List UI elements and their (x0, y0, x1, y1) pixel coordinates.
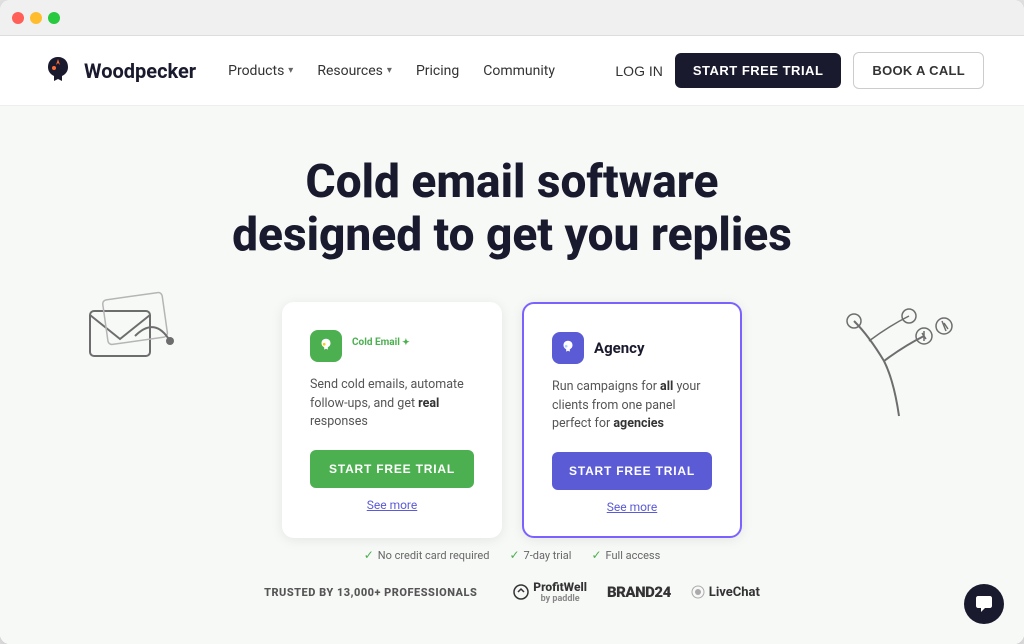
agency-see-more-link[interactable]: See more (552, 500, 712, 514)
agency-title: Agency (594, 339, 645, 357)
brand-logos: ProfitWell by paddle BRAND24 LiveChat (513, 580, 760, 604)
nav-products[interactable]: Products ▾ (228, 63, 293, 79)
livechat-logo: LiveChat (691, 585, 760, 600)
nav-resources[interactable]: Resources ▾ (317, 63, 392, 79)
card-agency-header: Agency (552, 332, 712, 364)
chevron-down-icon: ▾ (387, 65, 392, 76)
browser-window: Woodpecker Products ▾ Resources ▾ Pricin… (0, 0, 1024, 644)
cold-email-icon (310, 330, 342, 362)
traffic-lights (12, 12, 60, 24)
cold-email-card: Cold Email ✦ Send cold emails, automate … (282, 302, 502, 538)
card-cold-email-header: Cold Email ✦ (310, 330, 474, 362)
cold-email-trial-button[interactable]: START FREE TRIAL (310, 450, 474, 488)
agency-card: Agency Run campaigns for all your client… (522, 302, 742, 538)
agency-description: Run campaigns for all your clients from … (552, 378, 712, 434)
navbar: Woodpecker Products ▾ Resources ▾ Pricin… (0, 36, 1024, 106)
chat-icon (974, 594, 994, 614)
chat-bubble-button[interactable] (964, 584, 1004, 624)
trust-badges-row: ✓ No credit card required ✓ 7-day trial … (40, 548, 984, 562)
agency-trial-button[interactable]: START FREE TRIAL (552, 452, 712, 490)
cold-email-title: Cold Email ✦ (352, 337, 410, 355)
traffic-light-green[interactable] (48, 12, 60, 24)
cards-row: Cold Email ✦ Send cold emails, automate … (40, 302, 984, 538)
page: Woodpecker Products ▾ Resources ▾ Pricin… (0, 36, 1024, 644)
brand24-logo: BRAND24 (607, 583, 671, 601)
trust-badge-trial: ✓ 7-day trial (509, 548, 571, 562)
trusted-by-text: TRUSTED BY 13,000+ PROFESSIONALS (264, 586, 477, 599)
nav-pricing[interactable]: Pricing (416, 63, 459, 79)
browser-chrome (0, 0, 1024, 36)
traffic-light-red[interactable] (12, 12, 24, 24)
nav-right: LOG IN START FREE TRIAL BOOK A CALL (615, 52, 984, 89)
logo[interactable]: Woodpecker (40, 53, 196, 89)
cold-email-see-more-link[interactable]: See more (310, 498, 474, 512)
trust-badge-access: ✓ Full access (591, 548, 660, 562)
trust-badge-no-cc: ✓ No credit card required (364, 548, 490, 562)
nav-start-trial-button[interactable]: START FREE TRIAL (675, 53, 842, 88)
traffic-light-yellow[interactable] (30, 12, 42, 24)
trusted-by-bar: TRUSTED BY 13,000+ PROFESSIONALS ProfitW… (40, 580, 984, 614)
logo-text: Woodpecker (84, 59, 196, 83)
profitwell-icon (513, 584, 529, 600)
nav-links: Products ▾ Resources ▾ Pricing Community (228, 63, 555, 79)
chevron-down-icon: ▾ (288, 65, 293, 76)
agency-icon (552, 332, 584, 364)
hero-title: Cold email software designed to get you … (162, 156, 862, 262)
book-call-button[interactable]: BOOK A CALL (853, 52, 984, 89)
profitwell-logo: ProfitWell by paddle (513, 580, 587, 604)
nav-community[interactable]: Community (483, 63, 555, 79)
hero-section: Cold email software designed to get you … (0, 106, 1024, 644)
login-button[interactable]: LOG IN (615, 63, 662, 79)
cold-email-description: Send cold emails, automate follow-ups, a… (310, 376, 474, 432)
livechat-icon (691, 585, 705, 599)
logo-icon (40, 53, 76, 89)
